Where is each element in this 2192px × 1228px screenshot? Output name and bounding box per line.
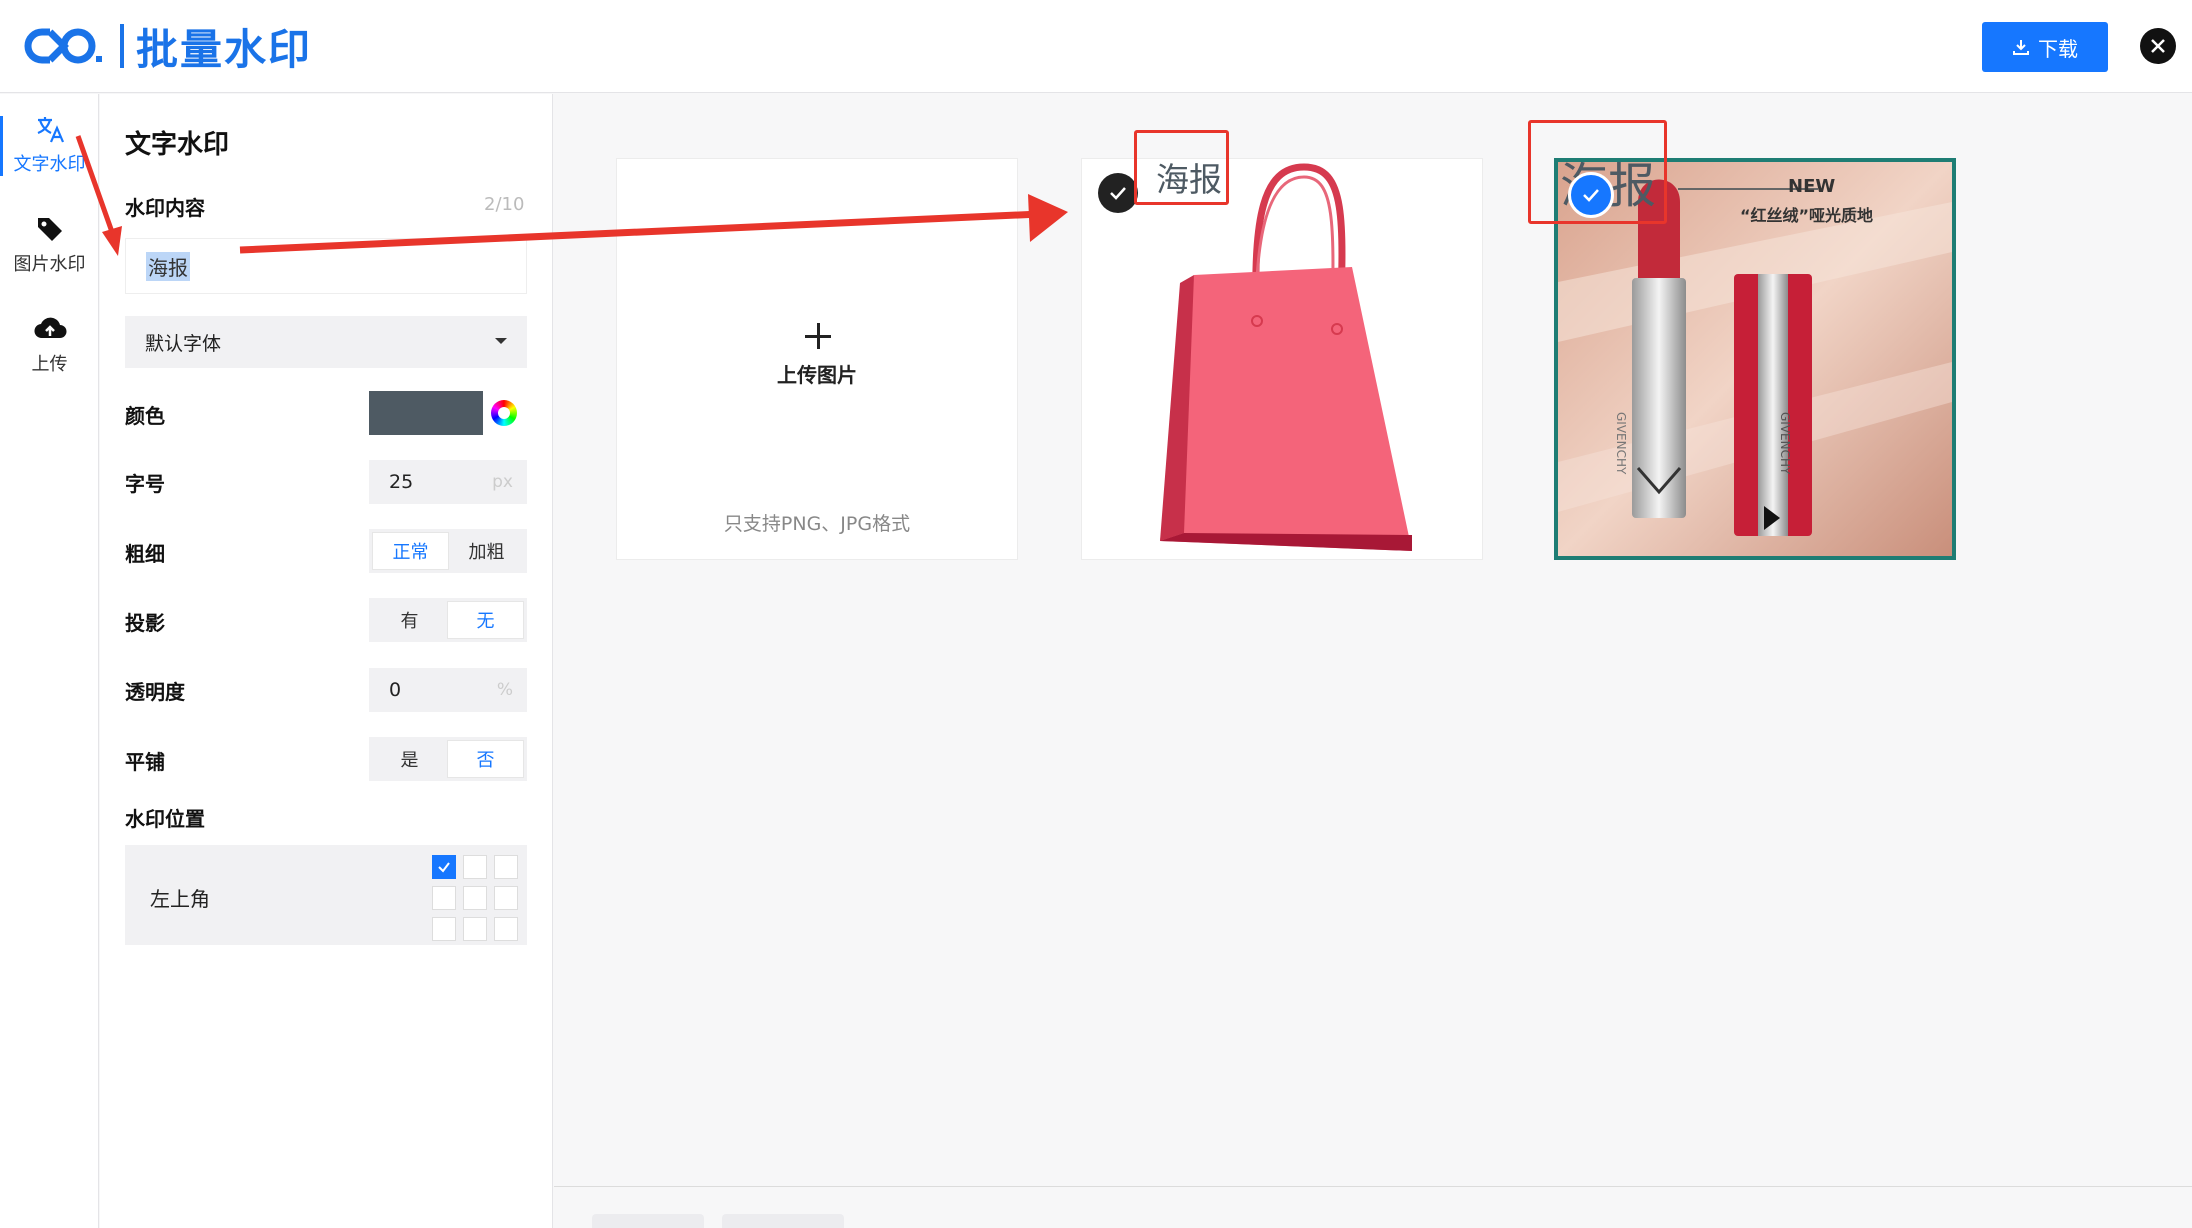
annotation-arrow-line bbox=[239, 210, 1041, 254]
annotation-arrowhead bbox=[102, 226, 122, 256]
bottom-tab[interactable] bbox=[592, 1214, 704, 1228]
annotation-arrows bbox=[75, 135, 1068, 256]
annotation-arrowhead bbox=[1028, 194, 1068, 242]
bottom-tab[interactable] bbox=[722, 1214, 844, 1228]
annotation-arrow-line bbox=[75, 135, 115, 233]
bottom-divider bbox=[554, 1186, 2192, 1187]
